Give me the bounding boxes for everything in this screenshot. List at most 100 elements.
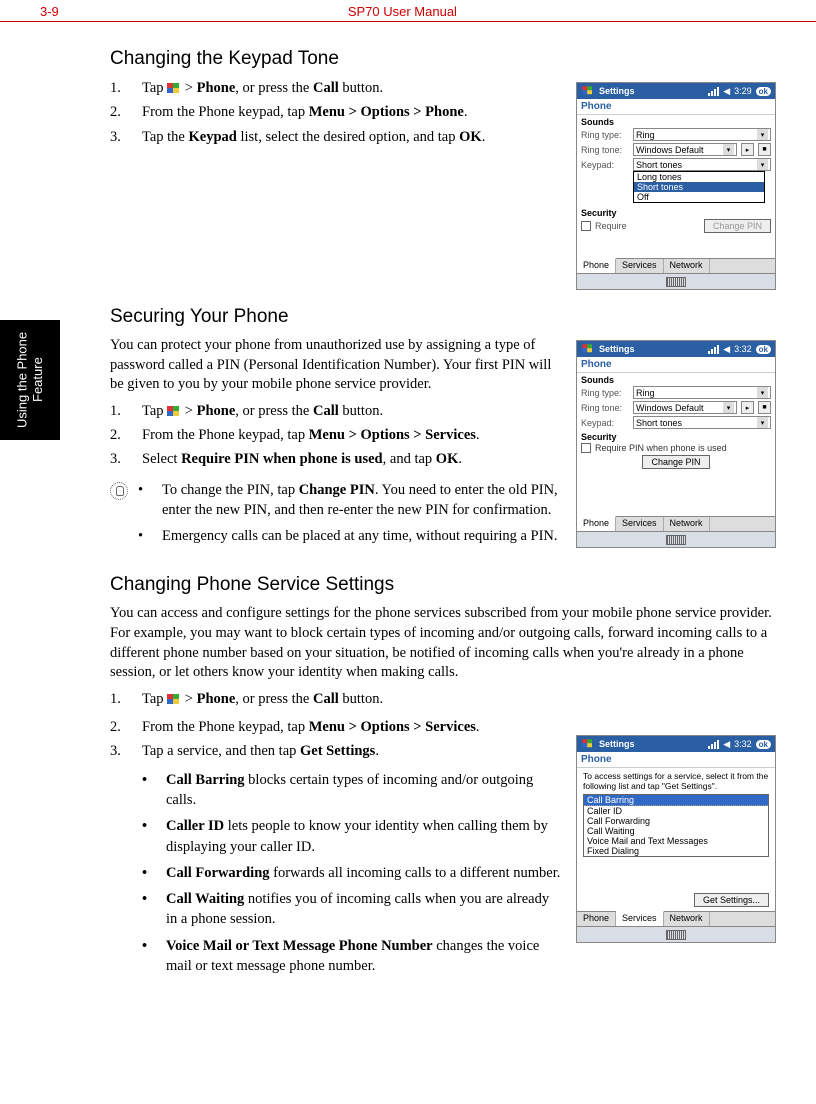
section1-steps: 1. Tap > Phone, or press the Call button…	[110, 78, 562, 147]
windows-flag-icon	[582, 739, 593, 749]
ring-tone-combo[interactable]: Windows Default▾	[633, 401, 737, 414]
section1-title: Changing the Keypad Tone	[110, 48, 776, 70]
chevron-down-icon: ▾	[723, 144, 734, 155]
section1-step-1: 1. Tap > Phone, or press the Call button…	[110, 78, 562, 98]
list-item[interactable]: Voice Mail and Text Messages	[584, 836, 768, 846]
screenshot-phone-settings-pin: Settings ◀ 3:32 ok Phone Sounds Ring typ…	[576, 340, 776, 548]
dropdown-option-selected[interactable]: Short tones	[634, 182, 764, 192]
ring-type-combo[interactable]: Ring▾	[633, 128, 771, 141]
page-number: 3-9	[40, 4, 59, 19]
keyboard-icon[interactable]	[666, 277, 686, 287]
list-item[interactable]: Call Forwarding	[584, 816, 768, 826]
signal-icon	[708, 740, 719, 749]
ss3-sip-bar	[577, 926, 775, 942]
ss1-titlebar: Settings ◀ 3:29 ok	[577, 83, 775, 99]
ss2-titlebar: Settings ◀ 3:32 ok	[577, 341, 775, 357]
section2-intro: You can protect your phone from unauthor…	[110, 336, 562, 395]
list-item-selected[interactable]: Call Barring	[584, 795, 768, 806]
tab-phone[interactable]: Phone	[577, 258, 616, 273]
list-item[interactable]: Call Waiting	[584, 826, 768, 836]
list-item[interactable]: Caller ID	[584, 806, 768, 816]
ss2-subtitle: Phone	[577, 357, 775, 373]
ss3-intro-text: To access settings for a service, select…	[577, 768, 775, 794]
ss3-titlebar: Settings ◀ 3:32 ok	[577, 736, 775, 752]
clock-time: 3:32	[734, 344, 752, 354]
keyboard-icon[interactable]	[666, 535, 686, 545]
section3-step-1: 1. Tap > Phone, or press the Call button…	[110, 689, 776, 709]
chevron-down-icon: ▾	[723, 402, 734, 413]
section3-intro: You can access and configure settings fo…	[110, 604, 776, 682]
require-pin-checkbox[interactable]	[581, 443, 591, 453]
chevron-down-icon: ▾	[757, 417, 768, 428]
tab-network[interactable]: Network	[664, 517, 710, 531]
tab-phone[interactable]: Phone	[577, 516, 616, 531]
service-call-waiting: •Call Waiting notifies you of incoming c…	[142, 889, 562, 930]
dropdown-option[interactable]: Long tones	[634, 172, 764, 182]
windows-flag-icon	[167, 406, 181, 418]
section2-step-3: 3. Select Require PIN when phone is used…	[110, 449, 562, 469]
manual-title: SP70 User Manual	[348, 4, 457, 19]
require-pin-checkbox[interactable]	[581, 221, 591, 231]
dropdown-option[interactable]: Off	[634, 192, 764, 202]
service-caller-id: •Caller ID lets people to know your iden…	[142, 816, 562, 857]
ss1-tabs: Phone Services Network	[577, 258, 775, 273]
windows-flag-icon	[582, 344, 593, 354]
keypad-dropdown-open[interactable]: Long tones Short tones Off	[633, 171, 765, 203]
section2-step-2: 2. From the Phone keypad, tap Menu > Opt…	[110, 425, 562, 445]
get-settings-button[interactable]: Get Settings...	[694, 893, 769, 907]
tab-network[interactable]: Network	[664, 259, 710, 273]
tab-phone[interactable]: Phone	[577, 912, 616, 926]
side-chapter-tab: Using the Phone Feature	[0, 320, 60, 440]
tab-services[interactable]: Services	[616, 911, 664, 926]
ss1-sip-bar	[577, 273, 775, 289]
ss2-sip-bar	[577, 531, 775, 547]
section2-steps: 1. Tap > Phone, or press the Call button…	[110, 401, 562, 470]
keypad-combo[interactable]: Short tones▾	[633, 416, 771, 429]
ss1-sounds-label: Sounds	[577, 115, 775, 127]
clock-time: 3:29	[734, 86, 752, 96]
ok-button[interactable]: ok	[756, 87, 771, 96]
tab-network[interactable]: Network	[664, 912, 710, 926]
change-pin-button[interactable]: Change PIN	[704, 219, 771, 233]
section2-title: Securing Your Phone	[110, 306, 776, 328]
screenshot-phone-settings-keypad: Settings ◀ 3:29 ok Phone Sounds Ring typ…	[576, 82, 776, 290]
chevron-down-icon: ▾	[757, 159, 768, 170]
speaker-icon: ◀	[723, 86, 730, 97]
section1-step-3: 3. Tap the Keypad list, select the desir…	[110, 127, 562, 147]
page-header: 3-9 SP70 User Manual	[0, 0, 816, 22]
stop-button[interactable]: ■	[758, 143, 771, 156]
tip-2: • Emergency calls can be placed at any t…	[138, 526, 562, 546]
windows-flag-icon	[167, 83, 181, 95]
section3-step-2: 2. From the Phone keypad, tap Menu > Opt…	[110, 717, 562, 737]
keypad-combo[interactable]: Short tones▾	[633, 158, 771, 171]
ss1-subtitle: Phone	[577, 99, 775, 115]
stop-button[interactable]: ■	[758, 401, 771, 414]
ss3-subtitle: Phone	[577, 752, 775, 768]
tab-services[interactable]: Services	[616, 259, 664, 273]
play-button[interactable]: ▸	[741, 143, 754, 156]
section3-title: Changing Phone Service Settings	[110, 574, 776, 596]
play-button[interactable]: ▸	[741, 401, 754, 414]
speaker-icon: ◀	[723, 344, 730, 355]
keyboard-icon[interactable]	[666, 930, 686, 940]
section2-tip-block: • To change the PIN, tap Change PIN. You…	[110, 480, 562, 553]
section3-step-3: 3. Tap a service, and then tap Get Setti…	[110, 741, 562, 761]
signal-icon	[708, 345, 719, 354]
section3-steps: 1. Tap > Phone, or press the Call button…	[110, 689, 776, 709]
ok-button[interactable]: ok	[756, 345, 771, 354]
services-listbox[interactable]: Call Barring Caller ID Call Forwarding C…	[583, 794, 769, 857]
section1-step-2: 2. From the Phone keypad, tap Menu > Opt…	[110, 102, 562, 122]
signal-icon	[708, 87, 719, 96]
chevron-down-icon: ▾	[757, 387, 768, 398]
list-item[interactable]: Fixed Dialing	[584, 846, 768, 856]
ring-type-combo[interactable]: Ring▾	[633, 386, 771, 399]
ss1-security-label: Security	[577, 206, 775, 218]
ss2-tabs: Phone Services Network	[577, 516, 775, 531]
tip-lightbulb-icon	[110, 482, 128, 500]
tab-services[interactable]: Services	[616, 517, 664, 531]
ring-tone-combo[interactable]: Windows Default▾	[633, 143, 737, 156]
ok-button[interactable]: ok	[756, 740, 771, 749]
change-pin-button[interactable]: Change PIN	[642, 455, 709, 469]
service-call-forwarding: •Call Forwarding forwards all incoming c…	[142, 863, 562, 883]
windows-flag-icon	[582, 86, 593, 96]
